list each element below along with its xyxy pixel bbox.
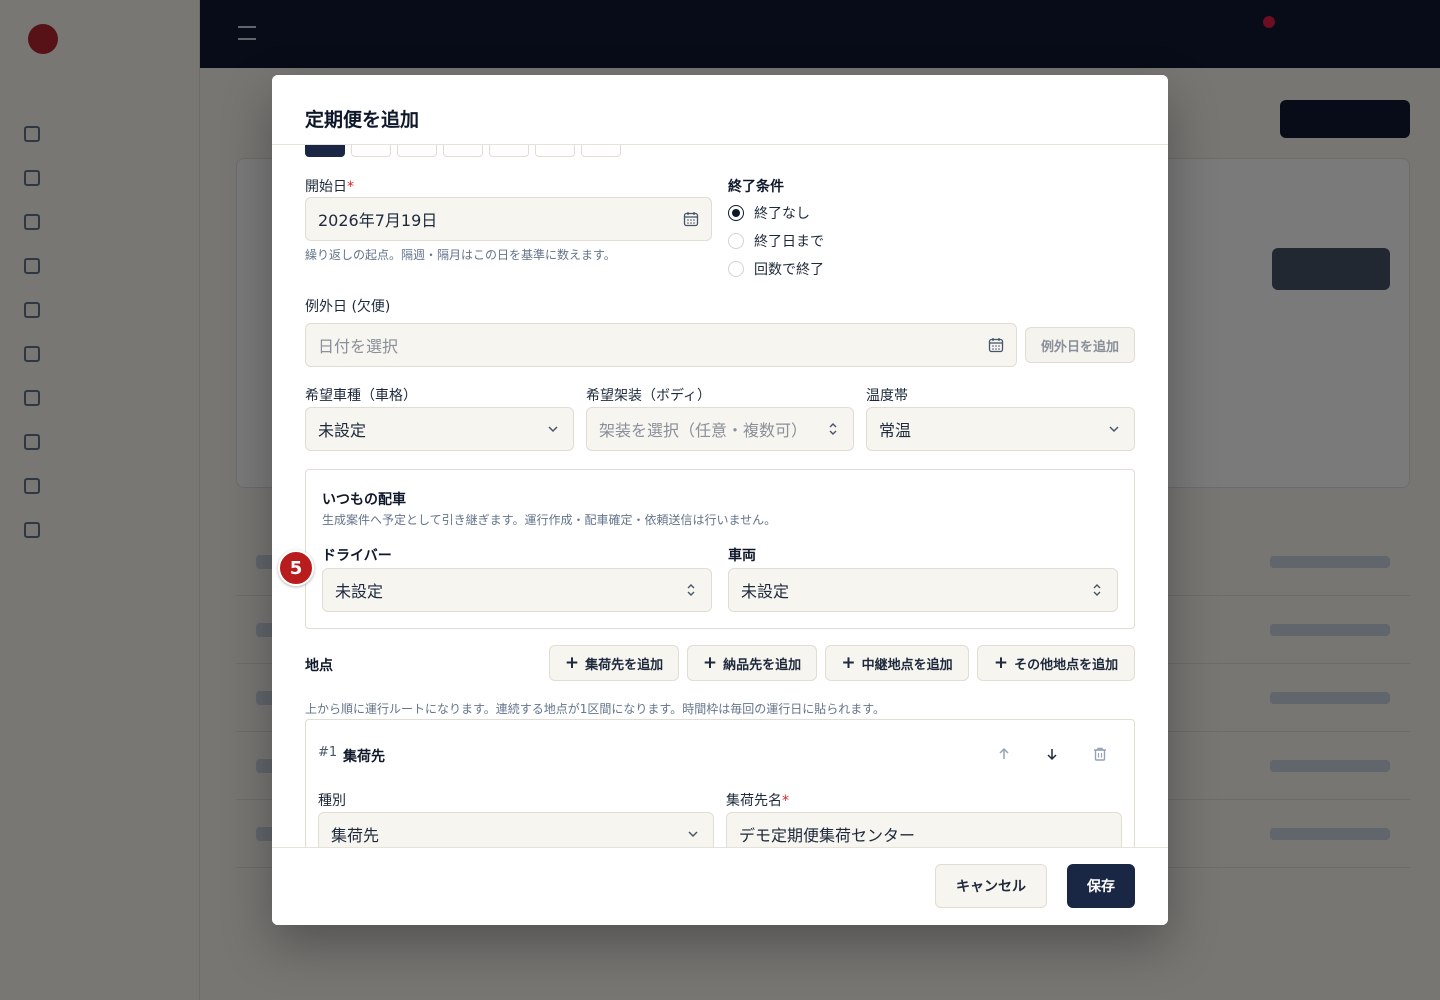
location-name-input[interactable]: デモ定期便集荷センター (726, 812, 1122, 847)
weekday-toggle[interactable] (489, 145, 529, 157)
body-type-label: 希望架装（ボディ） (586, 388, 712, 404)
plus-icon: + (993, 652, 1009, 673)
start-date-hint: 繰り返しの起点。隔週・隔月はこの日を基準に数えます。 (305, 248, 616, 262)
trash-icon[interactable] (1088, 742, 1112, 766)
dialog-title: 定期便を追加 (305, 109, 420, 131)
temperature-label: 温度帯 (866, 388, 908, 404)
locations-hint: 上から順に運行ルートになります。連続する地点が1区間になります。時間枠は毎回の運… (305, 702, 886, 716)
usual-dispatch-title: いつもの配車 (322, 492, 406, 508)
cancel-button[interactable]: キャンセル (935, 864, 1047, 908)
calendar-icon (683, 212, 699, 227)
arrow-up-icon[interactable] (992, 742, 1016, 766)
end-condition-none[interactable]: 終了なし (728, 203, 810, 223)
dialog-header: 定期便を追加 (272, 75, 1168, 145)
add-exception-date-button[interactable]: 例外日を追加 (1025, 327, 1135, 363)
weekday-toggle[interactable] (305, 145, 345, 157)
location-kind-label: 種別 (318, 793, 346, 809)
end-condition-label: 終了条件 (728, 179, 784, 195)
add-pickup-button[interactable]: + 集荷先を追加 (549, 645, 679, 681)
vehicle-label: 車両 (728, 548, 756, 564)
vehicle-type-select[interactable]: 未設定 (305, 407, 574, 451)
chevrons-up-down-icon (829, 423, 837, 435)
weekday-toggle[interactable] (581, 145, 621, 157)
location-type-title: 集荷先 (343, 749, 385, 765)
arrow-down-icon[interactable] (1040, 742, 1064, 766)
add-other-location-button[interactable]: + その他地点を追加 (977, 645, 1135, 681)
calendar-icon (988, 338, 1004, 353)
temperature-select[interactable]: 常温 (866, 407, 1135, 451)
weekday-toggle[interactable] (397, 145, 437, 157)
save-button[interactable]: 保存 (1067, 864, 1135, 908)
add-delivery-button[interactable]: + 納品先を追加 (687, 645, 817, 681)
radio[interactable] (728, 261, 744, 277)
chevron-down-icon (1109, 426, 1119, 433)
location-name-label: 集荷先名* (726, 793, 789, 809)
exception-dates-label: 例外日 (欠便) (305, 299, 391, 315)
add-relay-button[interactable]: + 中継地点を追加 (825, 645, 969, 681)
radio[interactable] (728, 233, 744, 249)
dialog-footer: キャンセル 保存 (272, 847, 1168, 925)
body-type-select[interactable]: 架装を選択（任意・複数可） (586, 407, 854, 451)
start-date-label: 開始日* (305, 179, 354, 195)
chevron-down-icon (688, 831, 698, 838)
weekday-toggle[interactable] (535, 145, 575, 157)
step-badge: 5 (278, 550, 314, 586)
location-kind-select[interactable]: 集荷先 (318, 812, 714, 847)
driver-label: ドライバー (322, 548, 392, 564)
end-condition-until-date[interactable]: 終了日まで (728, 231, 824, 251)
radio-selected[interactable] (728, 205, 744, 221)
start-date-field[interactable]: 2026年7月19日 (305, 197, 712, 241)
driver-select[interactable]: 未設定 (322, 568, 712, 612)
location-index: #1 (318, 745, 338, 760)
chevrons-up-down-icon (687, 584, 695, 596)
vehicle-select[interactable]: 未設定 (728, 568, 1118, 612)
end-condition-count[interactable]: 回数で終了 (728, 259, 824, 279)
plus-icon: + (564, 652, 580, 673)
chevron-down-icon (548, 426, 558, 433)
locations-label: 地点 (305, 658, 333, 674)
weekday-toggle[interactable] (351, 145, 391, 157)
vehicle-type-label: 希望車種（車格） (305, 388, 417, 404)
exception-date-field[interactable]: 日付を選択 (305, 323, 1017, 367)
add-recurring-dialog: 定期便を追加 開始日* 2026年7月19日 繰り返しの起点。隔週・隔月はこの日… (272, 75, 1168, 925)
chevrons-up-down-icon (1093, 584, 1101, 596)
plus-icon: + (841, 652, 856, 673)
plus-icon: + (702, 652, 718, 673)
dialog-body: 開始日* 2026年7月19日 繰り返しの起点。隔週・隔月はこの日を基準に数えま… (272, 145, 1168, 847)
weekday-toggle[interactable] (443, 145, 483, 157)
usual-dispatch-hint: 生成案件へ予定として引き継ぎます。運行作成・配車確定・依頼送信は行いません。 (322, 513, 777, 527)
